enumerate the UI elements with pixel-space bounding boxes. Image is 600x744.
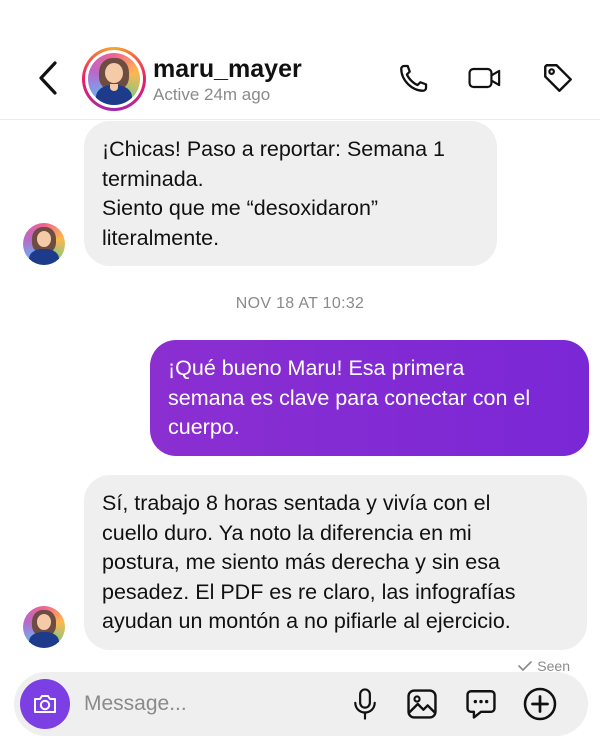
call-button[interactable] [396,60,432,96]
image-icon [407,689,437,719]
plus-circle-icon [523,687,557,721]
camera-icon [34,695,56,713]
message-line: cuello duro. Ya noto la diferencia en mi [102,520,472,545]
video-call-button[interactable] [467,60,503,96]
camera-button[interactable] [20,679,70,729]
message-line: semana es clave para conectar con el [168,385,531,410]
message-composer [14,672,588,736]
message-line: ayudan un montón a no pifiarle al ejerci… [102,609,511,633]
gallery-button[interactable] [404,686,440,722]
sender-avatar[interactable] [23,223,65,265]
contact-status: Active 24m ago [153,85,271,104]
incoming-message[interactable]: ¡Chicas! Paso a reportar: Semana 1 termi… [84,121,497,266]
voice-message-button[interactable] [347,686,383,722]
add-button[interactable] [522,686,558,722]
message-timestamp: NOV 18 AT 10:32 [235,295,365,312]
tag-icon [544,64,572,92]
sender-avatar[interactable] [23,606,65,648]
microphone-icon [354,688,376,720]
message-input[interactable] [84,682,344,726]
incoming-message[interactable]: Sí, trabajo 8 horas sentada y vivía con … [84,475,587,650]
message-line: Siento que me “desoxidaron” [102,196,379,220]
message-line: terminada. [102,166,204,191]
message-line: cuerpo. [168,415,240,439]
message-line: postura, me siento más derecha y sin esa [102,550,500,574]
message-line: pesadez. El PDF es re claro, las infogra… [102,579,516,604]
back-button[interactable] [28,58,68,98]
sticker-button[interactable] [463,686,499,722]
tag-button[interactable] [540,60,576,96]
contact-username[interactable]: maru_mayer [153,55,302,84]
checkmark-icon [518,661,533,671]
message-line: ¡Qué bueno Maru! Esa primera [168,356,465,380]
chevron-left-icon [39,61,57,95]
chat-bubble-icon [466,690,496,719]
avatar-image [88,53,140,105]
profile-avatar[interactable] [82,47,146,111]
message-line: literalmente. [102,225,220,250]
outgoing-message[interactable]: ¡Qué bueno Maru! Esa primera semana es c… [150,340,589,456]
video-camera-icon [468,67,501,89]
message-line: Sí, trabajo 8 horas sentada y vivía con … [102,491,491,515]
phone-icon [400,64,428,92]
message-line: ¡Chicas! Paso a reportar: Semana 1 [102,137,445,161]
chat-header: maru_mayer Active 24m ago [0,0,600,120]
